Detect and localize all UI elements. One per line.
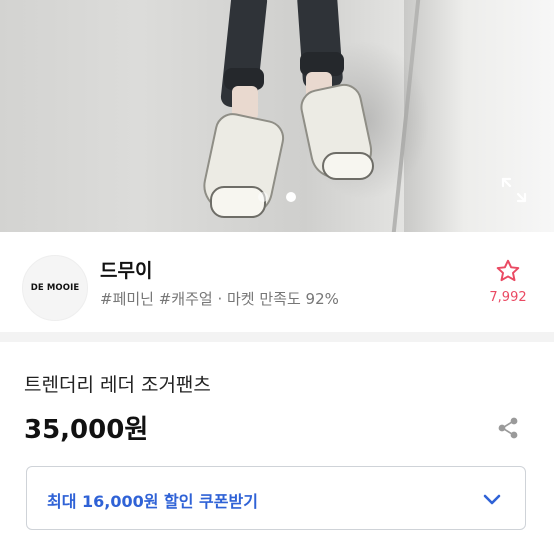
product-title: 트렌더리 레더 조거팬츠 xyxy=(24,374,211,396)
shop-info[interactable]: DE MOOIE 드무이 #페미닌 #캐주얼 · 마켓 만족도 92% 7,99… xyxy=(0,232,554,332)
carousel-indicator xyxy=(258,192,296,202)
coupon-label: 최대 16,000원 할인 쿠폰받기 xyxy=(47,492,258,511)
carousel-dot-2[interactable] xyxy=(286,192,296,202)
section-divider xyxy=(0,332,554,342)
coupon-button[interactable]: 최대 16,000원 할인 쿠폰받기 xyxy=(26,466,526,530)
product-image[interactable] xyxy=(0,0,554,232)
star-outline-icon xyxy=(496,259,520,282)
expand-icon[interactable] xyxy=(500,176,528,204)
shop-name[interactable]: 드무이 xyxy=(100,256,152,283)
carousel-dot-1[interactable] xyxy=(258,192,268,202)
share-icon[interactable] xyxy=(496,416,520,440)
shop-tags: #페미닌 #캐주얼 · 마켓 만족도 92% xyxy=(100,290,339,308)
shop-logo[interactable]: DE MOOIE xyxy=(22,255,88,321)
shop-logo-text: DE MOOIE xyxy=(30,283,80,293)
chevron-down-icon xyxy=(481,488,503,510)
product-price: 35,000원 xyxy=(24,415,149,445)
favorite-count: 7,992 xyxy=(489,290,527,305)
favorite-button[interactable]: 7,992 xyxy=(488,258,528,305)
